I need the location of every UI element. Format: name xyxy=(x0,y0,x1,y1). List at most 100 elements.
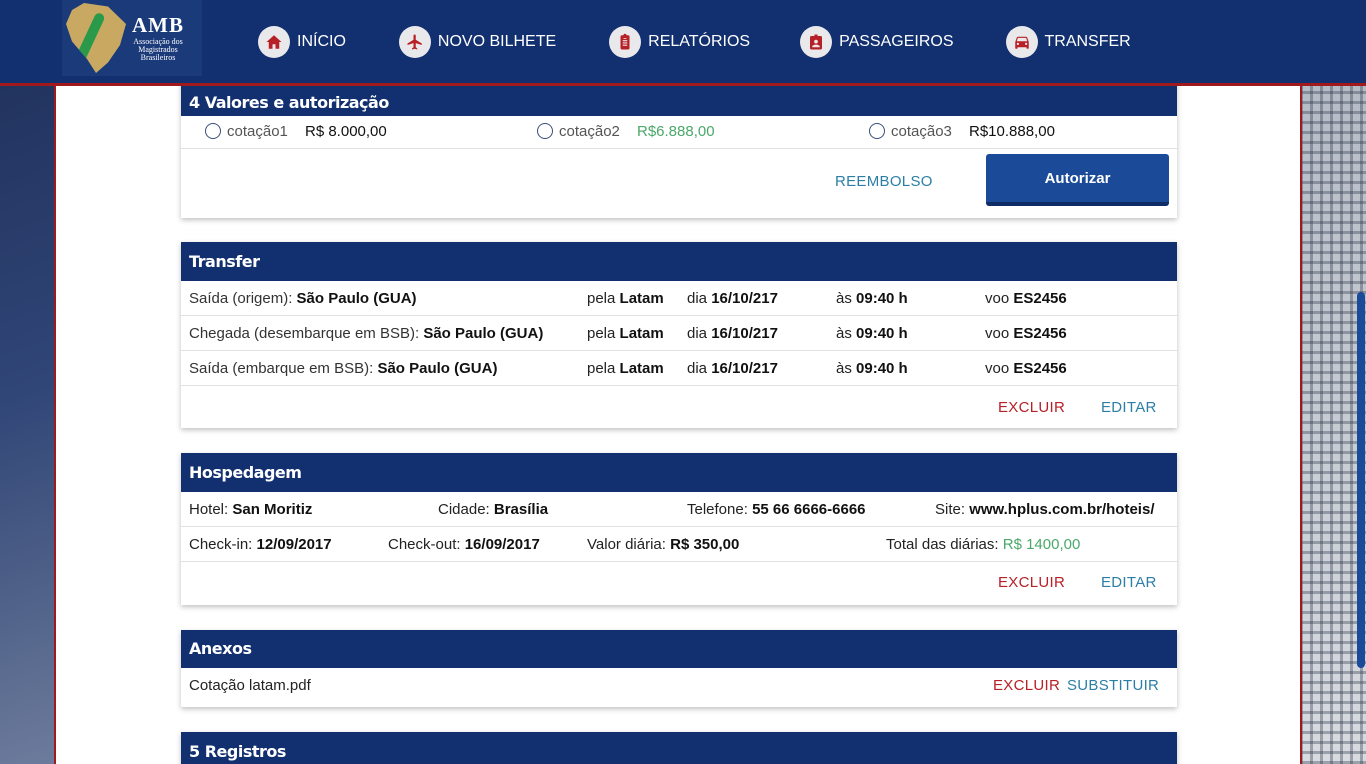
nav-passageiros[interactable]: PASSAGEIROS xyxy=(800,26,954,58)
main-nav: INÍCIO NOVO BILHETE RELATÓRIOS PASSAGEIR… xyxy=(258,26,1131,58)
nav-passageiros-label: PASSAGEIROS xyxy=(839,33,954,50)
amb-logo[interactable]: AMB Associação dos Magistrados Brasileir… xyxy=(62,0,202,76)
transfer-row-dia: dia xyxy=(687,290,708,307)
scrollbar-thumb[interactable] xyxy=(1357,292,1365,668)
transfer-row-flight: voo ES2456 xyxy=(985,360,1067,377)
anexo-filename[interactable]: Cotação latam.pdf xyxy=(189,677,311,694)
transfer-row-time: às 09:40 h xyxy=(836,325,908,342)
top-header: AMB Associação dos Magistrados Brasileir… xyxy=(0,0,1366,86)
telefone-value: 55 66 6666-6666 xyxy=(752,501,866,518)
transfer-actions: EXCLUIR EDITAR xyxy=(181,386,1177,431)
hospedagem-editar-button[interactable]: EDITAR xyxy=(1101,574,1157,591)
cotacao3-label: cotação3 xyxy=(891,123,952,140)
logo-subtitle: Associação dos Magistrados Brasileiros xyxy=(132,37,184,62)
hotel-label: Hotel: xyxy=(189,501,229,518)
valores-title: 4 Valores e autorização xyxy=(181,86,1177,116)
cotacao1-option[interactable]: cotação1 xyxy=(205,123,288,140)
transfer-row: Chegada (desembarque em BSB): São Paulo … xyxy=(181,316,1177,351)
transfer-row-label: Chegada (desembarque em BSB): xyxy=(189,325,420,342)
anexo-excluir-button[interactable]: EXCLUIR xyxy=(993,677,1060,694)
transfer-row-as: às xyxy=(836,325,852,342)
hospedagem-row-2: Check-in: 12/09/2017 Check-out: 16/09/20… xyxy=(181,527,1177,562)
cotacao3-value: R$10.888,00 xyxy=(969,123,1055,140)
transfer-row-place: São Paulo (GUA) xyxy=(377,360,498,377)
registros-card: 5 Registros xyxy=(181,732,1177,764)
transfer-row-flight: voo ES2456 xyxy=(985,325,1067,342)
transfer-row: Saída (embarque em BSB): São Paulo (GUA)… xyxy=(181,351,1177,386)
transfer-row-company: pela Latam xyxy=(587,290,664,307)
transfer-row-pela: pela xyxy=(587,360,616,377)
anexo-substituir-button[interactable]: SUBSTITUIR xyxy=(1067,677,1159,694)
transfer-row-flight-value: ES2456 xyxy=(1013,325,1067,342)
cotacao2-value: R$6.888,00 xyxy=(637,123,715,140)
logo-text: AMB Associação dos Magistrados Brasileir… xyxy=(132,14,184,62)
hospedagem-title: Hospedagem xyxy=(181,453,1177,492)
nav-novo-bilhete[interactable]: NOVO BILHETE xyxy=(398,26,557,58)
transfer-row-date-value: 16/10/217 xyxy=(711,360,778,377)
nav-novo-bilhete-label: NOVO BILHETE xyxy=(437,33,557,50)
transfer-row-date-value: 16/10/217 xyxy=(711,290,778,307)
hospedagem-row-1: Hotel: San Moritiz Cidade: Brasília Tele… xyxy=(181,492,1177,527)
background-building-left xyxy=(0,86,56,764)
clipboard-icon xyxy=(609,26,642,58)
checkout-value: 16/09/2017 xyxy=(464,536,540,553)
hospedagem-actions: EXCLUIR EDITAR xyxy=(181,562,1177,607)
cotacao1-radio[interactable] xyxy=(205,123,221,139)
transfer-row-date: dia 16/10/217 xyxy=(687,360,778,377)
home-icon xyxy=(258,26,290,58)
transfer-row-voo: voo xyxy=(985,290,1010,307)
page-scrollbar[interactable] xyxy=(1356,86,1366,764)
transfer-row-time-value: 09:40 h xyxy=(856,290,908,307)
transfer-row-place: São Paulo (GUA) xyxy=(423,325,544,342)
reembolso-link[interactable]: REEMBOLSO xyxy=(835,173,933,190)
transfer-row-company-name: Latam xyxy=(619,360,664,377)
cotacao1-label: cotação1 xyxy=(227,123,288,140)
transfer-row-as: às xyxy=(836,290,852,307)
telefone-field: Telefone: 55 66 6666-6666 xyxy=(687,501,866,518)
checkin-label: Check-in: xyxy=(189,536,253,553)
transfer-row-pela: pela xyxy=(587,290,616,307)
transfer-row-label: Saída (embarque em BSB): xyxy=(189,360,374,377)
anexo-row: Cotação latam.pdf EXCLUIR SUBSTITUIR xyxy=(181,668,1177,703)
nav-transfer-label: TRANSFER xyxy=(1044,33,1131,50)
airplane-icon xyxy=(398,26,431,58)
anexos-title: Anexos xyxy=(181,630,1177,668)
cidade-label: Cidade: xyxy=(438,501,490,518)
hospedagem-excluir-button[interactable]: EXCLUIR xyxy=(998,574,1065,591)
transfer-title: Transfer xyxy=(181,242,1177,281)
autorizar-button[interactable]: Autorizar xyxy=(986,154,1169,206)
nav-inicio[interactable]: INÍCIO xyxy=(258,26,346,58)
checkout-label: Check-out: xyxy=(388,536,461,553)
transfer-row-route: Saída (origem): São Paulo (GUA) xyxy=(189,290,417,307)
transfer-row-company-name: Latam xyxy=(619,325,664,342)
cotacao2-label: cotação2 xyxy=(559,123,620,140)
badge-icon xyxy=(800,26,833,58)
site-label: Site: xyxy=(935,501,966,518)
transfer-row-voo: voo xyxy=(985,360,1010,377)
cotacao3-option[interactable]: cotação3 xyxy=(869,123,952,140)
transfer-row-time-value: 09:40 h xyxy=(856,325,908,342)
transfer-excluir-button[interactable]: EXCLUIR xyxy=(998,399,1065,416)
site-field: Site: www.hplus.com.br/hoteis/ xyxy=(935,501,1154,518)
transfer-row-pela: pela xyxy=(587,325,616,342)
main-content: 4 Valores e autorização cotação1 R$ 8.00… xyxy=(54,86,1302,764)
cotacao2-option[interactable]: cotação2 xyxy=(537,123,620,140)
transfer-row-route: Chegada (desembarque em BSB): São Paulo … xyxy=(189,325,543,342)
transfer-editar-button[interactable]: EDITAR xyxy=(1101,399,1157,416)
transfer-row-dia: dia xyxy=(687,325,708,342)
transfer-row-label: Saída (origem): xyxy=(189,290,293,307)
site-value[interactable]: www.hplus.com.br/hoteis/ xyxy=(969,501,1154,518)
cotacao3-radio[interactable] xyxy=(869,123,885,139)
cotacao2-radio[interactable] xyxy=(537,123,553,139)
transfer-row-time: às 09:40 h xyxy=(836,290,908,307)
transfer-row-date: dia 16/10/217 xyxy=(687,290,778,307)
cotacoes-row: cotação1 R$ 8.000,00 cotação2 R$6.888,00… xyxy=(181,116,1177,149)
nav-relatorios[interactable]: RELATÓRIOS xyxy=(609,26,750,58)
transfer-row-flight-value: ES2456 xyxy=(1013,360,1067,377)
nav-transfer[interactable]: TRANSFER xyxy=(1005,26,1131,58)
transfer-row-voo: voo xyxy=(985,325,1010,342)
diaria-value: R$ 350,00 xyxy=(670,536,740,553)
checkin-value: 12/09/2017 xyxy=(256,536,332,553)
total-label: Total das diárias: xyxy=(886,536,999,553)
transfer-row-place: São Paulo (GUA) xyxy=(296,290,417,307)
